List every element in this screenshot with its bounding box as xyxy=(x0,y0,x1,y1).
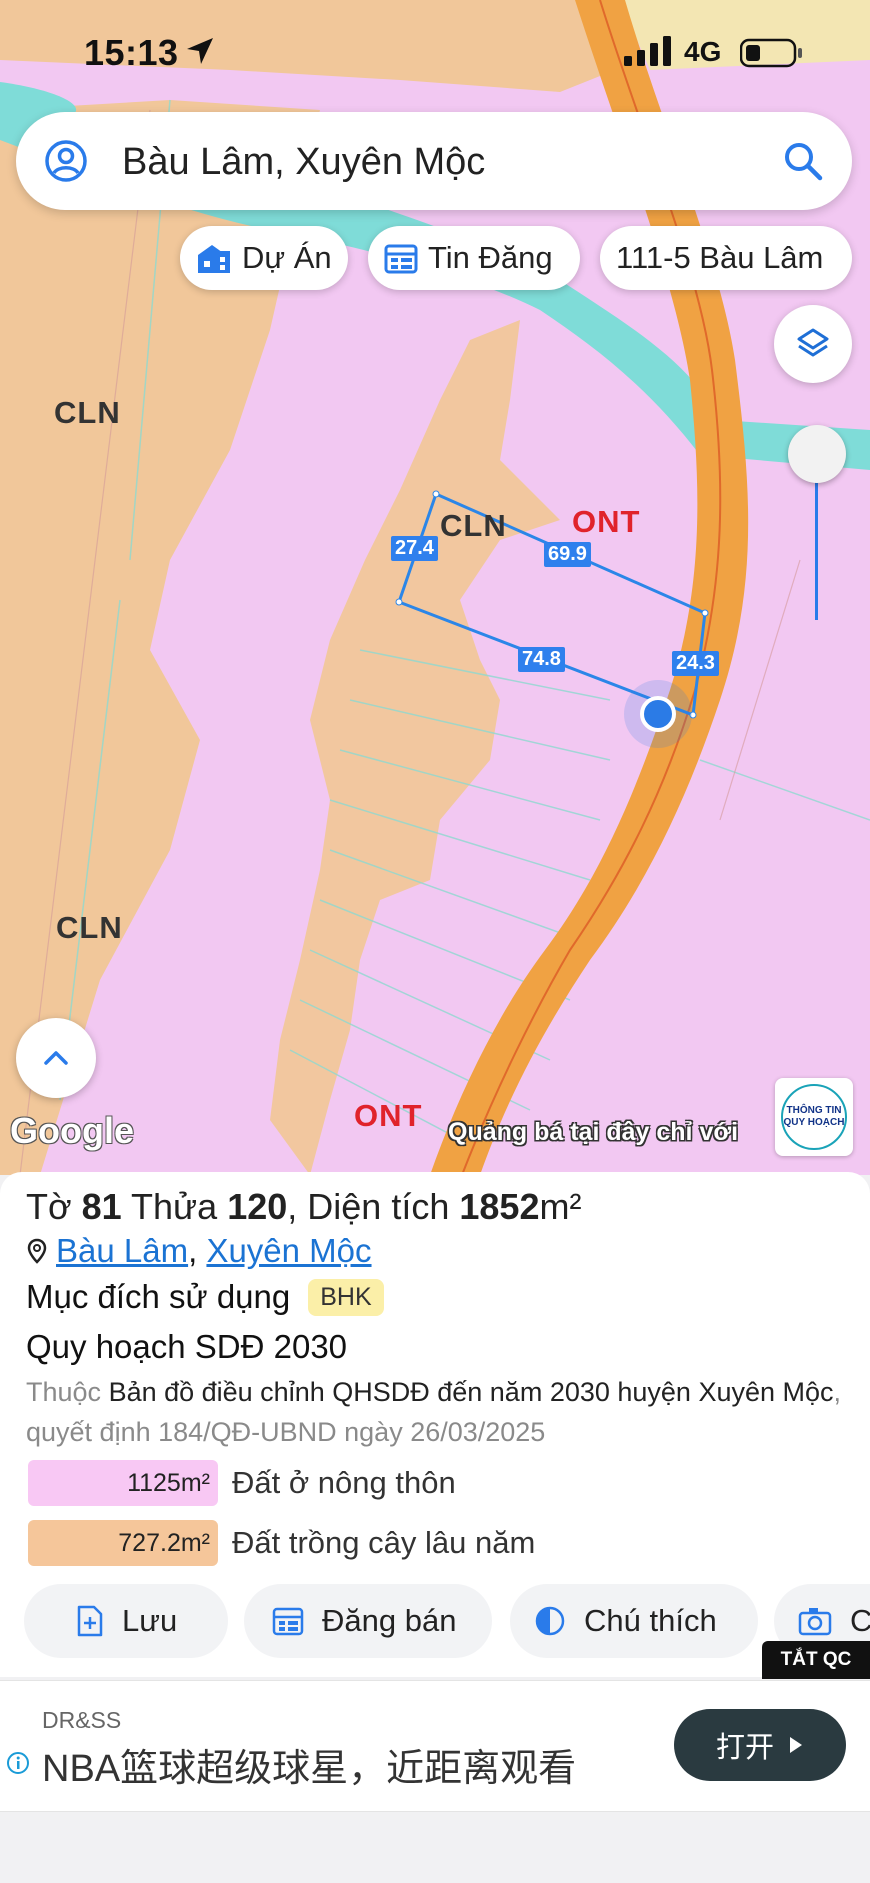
area-label: Diện tích xyxy=(307,1186,450,1227)
location-pin-icon xyxy=(27,1238,47,1264)
planning-info-button[interactable]: THÔNG TIN QUY HOẠCH xyxy=(775,1078,853,1156)
district-link[interactable]: Xuyên Mộc xyxy=(206,1232,371,1269)
chip-label: Dự Án xyxy=(242,240,332,275)
save-icon xyxy=(77,1605,103,1637)
search-icon[interactable] xyxy=(782,140,824,182)
desc-map-name: Bản đồ điều chỉnh QHSDĐ đến năm 2030 huy… xyxy=(108,1377,834,1407)
area-type-label: Đất trồng cây lâu năm xyxy=(232,1525,536,1560)
location-arrow-icon xyxy=(187,38,213,64)
commune-link[interactable]: Bàu Lâm xyxy=(56,1232,188,1269)
building-icon xyxy=(198,245,230,273)
area-value: 1852 xyxy=(459,1186,540,1227)
expand-sheet-button[interactable] xyxy=(16,1018,96,1098)
area-row-ont: 1125m² Đất ở nông thôn xyxy=(28,1460,456,1506)
parcel-address: Bàu Lâm, Xuyên Mộc xyxy=(26,1232,372,1270)
zoom-slider-handle[interactable] xyxy=(788,425,846,483)
play-arrow-icon xyxy=(790,1737,802,1753)
legend-icon xyxy=(535,1606,565,1636)
calendar-icon xyxy=(272,1607,304,1636)
network-type: 4G xyxy=(684,36,722,67)
parcel-label: Thửa xyxy=(131,1186,218,1227)
legend-button[interactable]: Chú thích xyxy=(510,1584,758,1658)
button-label: Chú thích xyxy=(584,1603,717,1638)
google-logo: Google xyxy=(10,1110,134,1151)
plan-description: Thuộc Bản đồ điều chỉnh QHSDĐ đến năm 20… xyxy=(26,1372,846,1452)
parcel-number: 120 xyxy=(227,1186,288,1227)
area-value-box: 1125m² xyxy=(28,1460,218,1506)
chip-tin-dang[interactable]: Tin Đăng xyxy=(368,226,580,290)
status-time: 15:13 xyxy=(84,32,179,73)
parcel-title: Tờ 81 Thửa 120, Diện tích 1852m² xyxy=(26,1186,582,1227)
sheet-label: Tờ xyxy=(26,1186,72,1227)
post-sale-button[interactable]: Đăng bán xyxy=(244,1584,492,1658)
search-bar[interactable] xyxy=(16,112,852,210)
sheet-number: 81 xyxy=(81,1186,122,1227)
search-input[interactable] xyxy=(120,134,764,190)
area-type-label: Đất ở nông thôn xyxy=(232,1465,456,1500)
chevron-up-icon xyxy=(44,1051,68,1065)
chip-label: Tin Đăng xyxy=(428,240,553,275)
ad-banner[interactable]: DR&SS NBA篮球超级球星，近距离观看 打开 xyxy=(0,1680,870,1812)
map-ad-banner[interactable]: Quảng bá tại đây chỉ với xyxy=(448,1118,738,1147)
measurement-top: 69.9 xyxy=(544,542,591,567)
info-icon[interactable] xyxy=(6,1751,30,1775)
zone-label-cln: CLN xyxy=(56,910,123,945)
measurement-bottom: 74.8 xyxy=(518,647,565,672)
button-label: Đăng bán xyxy=(322,1603,457,1638)
badge-line2: QUY HOẠCH xyxy=(783,1117,845,1128)
measurement-left: 27.4 xyxy=(391,536,438,561)
ad-open-button[interactable]: 打开 xyxy=(674,1709,846,1781)
listing-icon xyxy=(384,244,418,274)
battery-icon xyxy=(740,38,802,68)
area-value-box: 727.2m² xyxy=(28,1520,218,1566)
action-bar: Lưu Đăng bán Chú thích C xyxy=(0,1584,870,1660)
land-use-purpose: Mục đích sử dụng BHK xyxy=(26,1278,384,1316)
zone-label-ont: ONT xyxy=(354,1098,423,1133)
address-separator: , xyxy=(188,1232,198,1269)
area-row-cln: 727.2m² Đất trồng cây lâu năm xyxy=(28,1520,535,1566)
chip-label: 111-5 Bàu Lâm xyxy=(616,240,824,275)
button-label: 打开 xyxy=(715,1732,774,1764)
status-bar: 15:13 4G xyxy=(0,28,870,78)
button-label: C xyxy=(850,1603,870,1638)
save-button[interactable]: Lưu xyxy=(24,1584,228,1658)
purpose-code-badge: BHK xyxy=(308,1278,384,1316)
desc-prefix: Thuộc xyxy=(26,1377,102,1407)
ad-headline: NBA篮球超级球星，近距离观看 xyxy=(42,1748,577,1790)
zone-label-cln: CLN xyxy=(440,508,507,543)
user-icon[interactable] xyxy=(42,137,90,185)
button-label: Lưu xyxy=(122,1603,178,1638)
layers-icon xyxy=(797,328,829,357)
ad-sponsor: DR&SS xyxy=(42,1707,122,1733)
chip-du-an[interactable]: Dự Án xyxy=(180,226,348,290)
plan-title: Quy hoạch SDĐ 2030 xyxy=(26,1328,348,1365)
zone-label-ont: ONT xyxy=(572,504,641,539)
purpose-label: Mục đích sử dụng xyxy=(26,1278,291,1315)
map-view[interactable]: CLN CLN CLN ONT ONT 27.4 69.9 74.8 24.3 … xyxy=(0,0,870,1175)
signal-icon xyxy=(624,36,671,66)
area-unit: m² xyxy=(539,1186,582,1227)
measurement-right: 24.3 xyxy=(672,651,719,676)
camera-icon xyxy=(798,1608,832,1636)
layers-button[interactable] xyxy=(774,305,852,383)
chip-location[interactable]: 111-5 Bàu Lâm xyxy=(600,226,852,290)
badge-line1: THÔNG TIN xyxy=(786,1105,842,1116)
hide-ads-button[interactable]: TẮT QC xyxy=(762,1641,870,1679)
zone-label-cln: CLN xyxy=(54,395,121,430)
